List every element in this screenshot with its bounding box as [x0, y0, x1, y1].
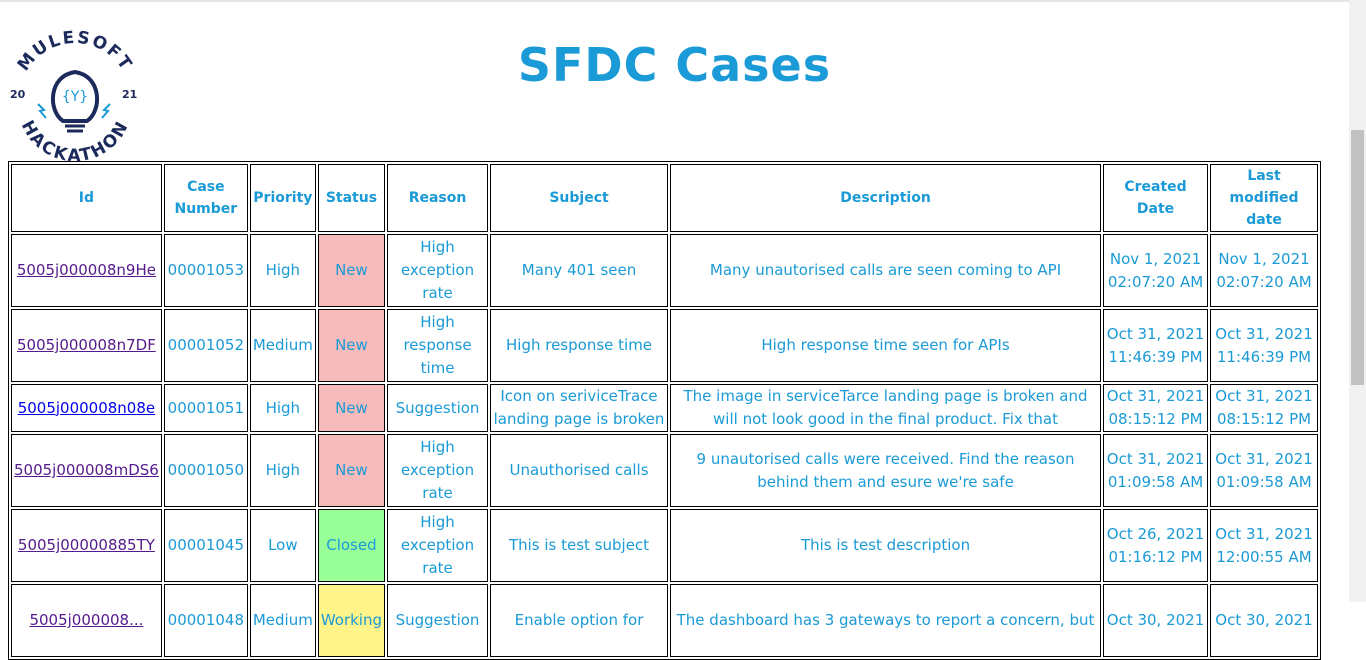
cell-priority: High — [249, 384, 316, 432]
cell-description: The image in serviceTarce landing page i… — [670, 384, 1102, 432]
cell-description: Many unautorised calls are seen coming t… — [670, 234, 1102, 307]
cell-id: 5005j00000885TY — [11, 509, 162, 582]
cell-subject: Enable option for — [490, 584, 669, 657]
table-row: 5005j000008n7DF 00001052 Medium New High res… — [11, 309, 1319, 382]
cell-status: Closed — [317, 509, 386, 582]
cell-created-date: Oct 31, 2021 08:15:12 PM — [1103, 384, 1209, 432]
case-id-link[interactable]: 5005j000008... — [29, 611, 143, 629]
cell-id: 5005j000008mDS6 — [11, 434, 162, 507]
cell-status: Working — [317, 584, 386, 657]
cell-reason: High exception rate — [387, 434, 489, 507]
case-id-link[interactable]: 5005j00000885TY — [18, 536, 155, 554]
cell-priority: High — [249, 234, 316, 307]
cell-status: New — [317, 234, 386, 307]
cell-description: This is test description — [670, 509, 1102, 582]
scrollbar-thumb[interactable] — [1351, 130, 1364, 385]
cell-priority: Low — [249, 509, 316, 582]
cell-created-date: Oct 31, 2021 01:09:58 AM — [1103, 434, 1209, 507]
cell-last-modified-date: Oct 31, 2021 12:00:55 AM — [1210, 509, 1319, 582]
top-border — [0, 0, 1349, 2]
cell-subject: High response time — [490, 309, 669, 382]
cell-created-date: Oct 30, 2021 — [1103, 584, 1209, 657]
case-id-link[interactable]: 5005j000008mDS6 — [14, 461, 159, 479]
cell-id: 5005j000008n08e — [11, 384, 162, 432]
cell-last-modified-date: Oct 30, 2021 — [1210, 584, 1319, 657]
cell-case-number: 00001050 — [163, 434, 248, 507]
cell-reason: High exception rate — [387, 234, 489, 307]
svg-text:HACKATHON: HACKATHON — [17, 117, 133, 162]
cell-created-date: Nov 1, 2021 02:07:20 AM — [1103, 234, 1209, 307]
cell-description: 9 unautorised calls were received. Find … — [670, 434, 1102, 507]
cell-created-date: Oct 26, 2021 01:16:12 PM — [1103, 509, 1209, 582]
cell-subject: Many 401 seen — [490, 234, 669, 307]
cases-table: Id Case Number Priority Status Reason Su… — [8, 161, 1322, 660]
cell-description: The dashboard has 3 gateways to report a… — [670, 584, 1102, 657]
cell-priority: High — [249, 434, 316, 507]
header-reason: Reason — [387, 164, 489, 232]
cell-priority: Medium — [249, 584, 316, 657]
header-subject: Subject — [490, 164, 669, 232]
cell-case-number: 00001052 — [163, 309, 248, 382]
cell-last-modified-date: Oct 31, 2021 08:15:12 PM — [1210, 384, 1319, 432]
cell-last-modified-date: Nov 1, 2021 02:07:20 AM — [1210, 234, 1319, 307]
header-id: Id — [11, 164, 162, 232]
header-row: Id Case Number Priority Status Reason Su… — [11, 164, 1319, 232]
table-row: 5005j000008n08e 00001051 High New Suggestion… — [11, 384, 1319, 432]
table-row: 5005j000008... 00001048 Medium Working Sugge… — [11, 584, 1319, 657]
case-id-link[interactable]: 5005j000008n7DF — [17, 336, 156, 354]
cell-case-number: 00001045 — [163, 509, 248, 582]
cell-subject: This is test subject — [490, 509, 669, 582]
cell-case-number: 00001048 — [163, 584, 248, 657]
header-status: Status — [317, 164, 386, 232]
table-row: 5005j00000885TY 00001045 Low Closed High exc… — [11, 509, 1319, 582]
cell-status: New — [317, 434, 386, 507]
cell-priority: Medium — [249, 309, 316, 382]
cell-reason: High response time — [387, 309, 489, 382]
header-last-modified-date: Last modified date — [1210, 164, 1319, 232]
cell-subject: Icon on seriviceTrace landing page is br… — [490, 384, 669, 432]
cell-last-modified-date: Oct 31, 2021 11:46:39 PM — [1210, 309, 1319, 382]
header-priority: Priority — [249, 164, 316, 232]
header-description: Description — [670, 164, 1102, 232]
cell-description: High response time seen for APIs — [670, 309, 1102, 382]
case-id-link[interactable]: 5005j000008n9He — [17, 261, 156, 279]
vertical-scrollbar[interactable] — [1349, 0, 1366, 602]
cell-reason: Suggestion — [387, 584, 489, 657]
header-case-number: Case Number — [163, 164, 248, 232]
cell-subject: Unauthorised calls — [490, 434, 669, 507]
cell-id: 5005j000008n9He — [11, 234, 162, 307]
cell-case-number: 00001051 — [163, 384, 248, 432]
case-id-link[interactable]: 5005j000008n08e — [18, 399, 155, 417]
cell-id: 5005j000008n7DF — [11, 309, 162, 382]
table-row: 5005j000008mDS6 00001050 High New High excep… — [11, 434, 1319, 507]
table-row: 5005j000008n9He 00001053 High New High excep… — [11, 234, 1319, 307]
cell-status: New — [317, 309, 386, 382]
cell-last-modified-date: Oct 31, 2021 01:09:58 AM — [1210, 434, 1319, 507]
cell-reason: Suggestion — [387, 384, 489, 432]
cell-id: 5005j000008... — [11, 584, 162, 657]
cell-created-date: Oct 31, 2021 11:46:39 PM — [1103, 309, 1209, 382]
cell-case-number: 00001053 — [163, 234, 248, 307]
header-created-date: Created Date — [1103, 164, 1209, 232]
page-title: SFDC Cases — [517, 38, 832, 92]
cell-status: New — [317, 384, 386, 432]
cell-reason: High exception rate — [387, 509, 489, 582]
